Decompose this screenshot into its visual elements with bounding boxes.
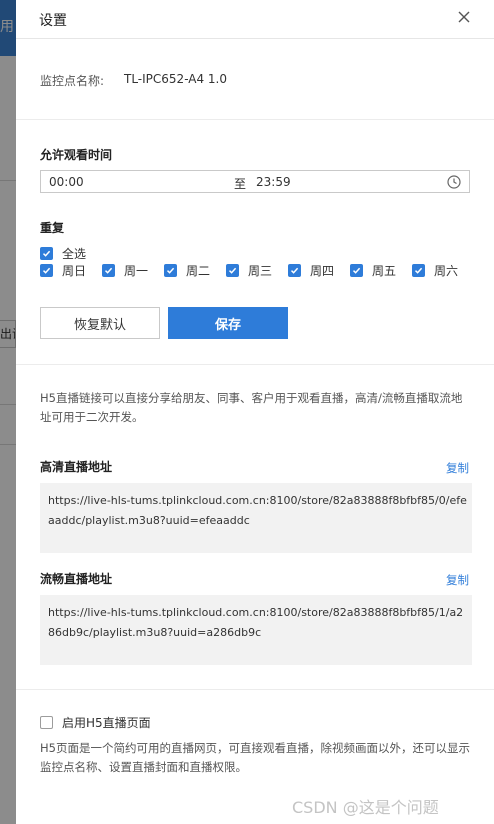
- checkbox-checked-icon[interactable]: [350, 263, 363, 277]
- checkbox-checked-icon[interactable]: [226, 263, 239, 277]
- background-app: 用 出设: [0, 0, 16, 824]
- enable-h5-page-checkbox[interactable]: 启用H5直播页面: [40, 715, 151, 730]
- day-label: 周六: [434, 263, 459, 278]
- checkbox-checked-icon[interactable]: [40, 246, 53, 260]
- close-icon[interactable]: [456, 9, 472, 25]
- section-divider: [16, 689, 494, 690]
- clock-icon[interactable]: [447, 175, 461, 189]
- day-label: 周四: [310, 263, 335, 278]
- copy-hd-url-link[interactable]: 复制: [446, 460, 469, 476]
- smooth-url-box: https://live-hls-tums.tplinkcloud.com.cn…: [40, 595, 472, 665]
- day-checkbox-sunday[interactable]: 周日: [40, 263, 87, 278]
- h5-description: H5直播链接可以直接分享给朋友、同事、客户用于观看直播，高清/流畅直播取流地址可…: [40, 391, 463, 424]
- day-label: 周日: [62, 263, 87, 278]
- checkbox-checked-icon[interactable]: [412, 263, 425, 277]
- copy-smooth-url-link[interactable]: 复制: [446, 572, 469, 588]
- day-label: 周五: [372, 263, 397, 278]
- reset-default-button[interactable]: 恢复默认: [40, 307, 160, 339]
- day-checkbox-thursday[interactable]: 周四: [288, 263, 335, 278]
- enable-h5-page-label: 启用H5直播页面: [62, 715, 151, 730]
- smooth-stream-label: 流畅直播地址: [40, 572, 113, 586]
- h5-page-description: H5页面是一个简约可用的直播网页，可直接观看直播，除视频画面以外，还可以显示监控…: [40, 741, 470, 774]
- hd-url-box: https://live-hls-tums.tplinkcloud.com.cn…: [40, 483, 472, 553]
- camera-name-value: TL-IPC652-A4 1.0: [124, 72, 228, 86]
- repeat-label: 重复: [40, 221, 65, 235]
- checkbox-checked-icon[interactable]: [102, 263, 115, 277]
- select-all-label: 全选: [62, 246, 87, 261]
- checkbox-checked-icon[interactable]: [288, 263, 301, 277]
- settings-drawer: 设置 监控点名称: TL-IPC652-A4 1.0 允许观看时间 00:00 …: [16, 0, 494, 824]
- hd-stream-label: 高清直播地址: [40, 460, 113, 474]
- time-range-picker[interactable]: 00:00 至 23:59: [40, 170, 470, 193]
- checkbox-checked-icon[interactable]: [164, 263, 177, 277]
- day-checkbox-saturday[interactable]: 周六: [412, 263, 459, 278]
- time-range-separator: 至: [234, 177, 247, 191]
- day-checkbox-wednesday[interactable]: 周三: [226, 263, 273, 278]
- day-checkbox-monday[interactable]: 周一: [102, 263, 149, 278]
- drawer-header: 设置: [16, 0, 494, 39]
- day-checkbox-friday[interactable]: 周五: [350, 263, 397, 278]
- day-label: 周一: [124, 263, 149, 278]
- section-divider: [16, 364, 494, 365]
- camera-name-label: 监控点名称:: [40, 74, 105, 88]
- end-time-value[interactable]: 23:59: [256, 175, 291, 189]
- smooth-url-text: https://live-hls-tums.tplinkcloud.com.cn…: [48, 606, 464, 639]
- drawer-title: 设置: [39, 13, 67, 29]
- checkbox-checked-icon[interactable]: [40, 263, 53, 277]
- watch-time-label: 允许观看时间: [40, 148, 113, 162]
- day-checkbox-tuesday[interactable]: 周二: [164, 263, 211, 278]
- day-label: 周三: [248, 263, 273, 278]
- save-button[interactable]: 保存: [168, 307, 288, 339]
- modal-overlay[interactable]: [0, 0, 16, 824]
- checkbox-unchecked-icon[interactable]: [40, 715, 53, 729]
- start-time-value[interactable]: 00:00: [49, 175, 84, 189]
- day-label: 周二: [186, 263, 211, 278]
- hd-url-text: https://live-hls-tums.tplinkcloud.com.cn…: [48, 494, 467, 527]
- select-all-checkbox[interactable]: 全选: [40, 246, 87, 261]
- section-divider: [16, 119, 494, 120]
- csdn-watermark: CSDN @这是个问题: [292, 798, 439, 817]
